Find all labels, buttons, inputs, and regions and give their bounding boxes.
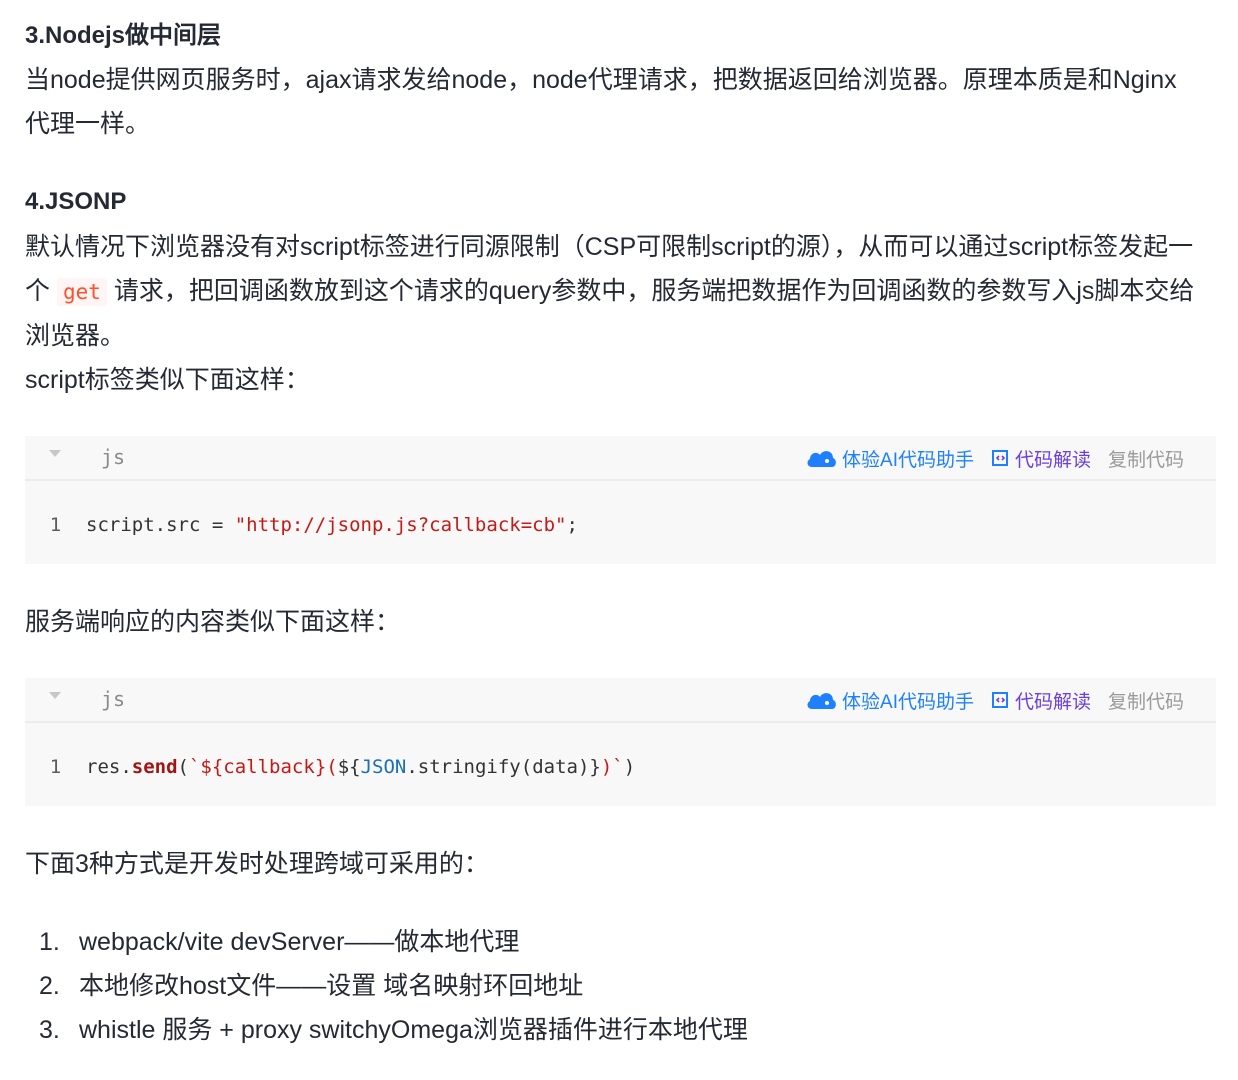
- list-item: 2. 本地修改host文件——设置 域名映射环回地址: [25, 964, 748, 1008]
- cloud-icon: [807, 693, 836, 709]
- section-title-nodejs: 3.Nodejs做中间层: [25, 22, 222, 49]
- list-item: 3. whistle 服务 + proxy switchyOmega浏览器插件进…: [25, 1008, 748, 1052]
- inline-code-get: get: [56, 278, 107, 306]
- paragraph-jsonp: 默认情况下浏览器没有对script标签进行同源限制（CSP可限制script的源…: [25, 225, 1215, 402]
- code-token-json: JSON: [360, 756, 407, 778]
- paragraph-nodejs: 当node提供网页服务时，ajax请求发给node，node代理请求，把数据返回…: [25, 58, 1215, 146]
- code-token-template: )`: [600, 756, 624, 778]
- paragraph-methods-intro: 下面3种方式是开发时处理跨域可采用的：: [25, 850, 489, 878]
- code-content: res.send(`${callback}(${JSON.stringify(d…: [86, 756, 635, 778]
- collapse-toggle-icon[interactable]: [49, 450, 61, 457]
- code-token: script.src =: [86, 514, 235, 536]
- code-toolbar: 体验AI代码助手 代码解读 复制代码: [806, 445, 1184, 471]
- line-number: 1: [49, 514, 62, 536]
- ai-assistant-label: 体验AI代码助手: [842, 449, 974, 471]
- list-number: 1.: [39, 928, 60, 956]
- article: 3.Nodejs做中间层 当node提供网页服务时，ajax请求发给node，n…: [0, 0, 1238, 1080]
- code-token: (: [177, 756, 189, 778]
- code-block-header: js 体验AI代码助手 代码解读 复制代码: [25, 678, 1216, 723]
- paragraph-line: 浏览器。: [25, 322, 126, 350]
- list-number: 3.: [39, 1016, 60, 1044]
- code-token-method: send: [131, 756, 178, 778]
- code-line: 1 res.send(`${callback}(${JSON.stringify…: [25, 754, 635, 780]
- copy-code-button[interactable]: 复制代码: [1108, 687, 1184, 714]
- paragraph-line: script标签类似下面这样：: [25, 366, 310, 394]
- line-number: 1: [49, 756, 62, 778]
- paragraph-line: 默认情况下浏览器没有对script标签进行同源限制（CSP可限制script的源…: [25, 233, 1194, 261]
- list-item-text: 本地修改host文件——设置 域名映射环回地址: [79, 972, 584, 1000]
- code-token: ${: [337, 756, 361, 778]
- methods-list: 1. webpack/vite devServer——做本地代理 2. 本地修改…: [25, 920, 748, 1052]
- list-item: 1. webpack/vite devServer——做本地代理: [25, 920, 748, 964]
- ai-assistant-button[interactable]: 体验AI代码助手: [806, 445, 974, 472]
- code-token-string: "http://jsonp.js?callback=cb": [234, 514, 567, 536]
- code-token: ;: [566, 514, 578, 536]
- collapse-toggle-icon[interactable]: [49, 692, 61, 699]
- code-explain-label: 代码解读: [1014, 691, 1091, 713]
- ai-assistant-button[interactable]: 体验AI代码助手: [806, 687, 974, 714]
- code-toolbar: 体验AI代码助手 代码解读 复制代码: [806, 687, 1184, 713]
- code-explain-button[interactable]: 代码解读: [991, 445, 1091, 472]
- code-content: script.src = "http://jsonp.js?callback=c…: [86, 514, 578, 536]
- code-explain-label: 代码解读: [1014, 449, 1091, 471]
- code-block-header: js 体验AI代码助手 代码解读 复制代码: [25, 436, 1216, 481]
- code-explain-icon: [991, 692, 1008, 708]
- code-explain-button[interactable]: 代码解读: [991, 687, 1091, 714]
- code-language: js: [101, 687, 126, 711]
- section-title-jsonp: 4.JSONP: [25, 188, 127, 215]
- code-token-template: `${callback}(: [188, 756, 338, 778]
- paragraph-line: 代理一样。: [25, 110, 151, 138]
- copy-code-button[interactable]: 复制代码: [1108, 445, 1184, 472]
- code-token: ): [623, 756, 636, 778]
- code-explain-icon: [991, 450, 1008, 466]
- code-block: js 体验AI代码助手 代码解读 复制代码: [25, 678, 1216, 806]
- code-token: res.: [86, 756, 132, 778]
- code-token: .stringify(data)}: [406, 756, 601, 778]
- code-language: js: [101, 445, 126, 469]
- paragraph-line: 当node提供网页服务时，ajax请求发给node，node代理请求，把数据返回…: [25, 66, 1177, 94]
- paragraph-server-intro: 服务端响应的内容类似下面这样：: [25, 608, 401, 636]
- list-item-text: webpack/vite devServer——做本地代理: [79, 928, 520, 956]
- paragraph-line: 请求，把回调函数放到这个请求的query参数中，服务端把数据作为回调函数的参数写…: [106, 277, 1195, 305]
- code-block: js 体验AI代码助手 代码解读 复制代码: [25, 436, 1216, 564]
- cloud-icon: [807, 451, 836, 467]
- code-line: 1 script.src = "http://jsonp.js?callback…: [25, 512, 578, 538]
- ai-assistant-label: 体验AI代码助手: [842, 691, 974, 713]
- list-number: 2.: [39, 972, 60, 1000]
- paragraph-line: 个: [25, 277, 57, 305]
- list-item-text: whistle 服务 + proxy switchyOmega浏览器插件进行本地…: [79, 1016, 748, 1044]
